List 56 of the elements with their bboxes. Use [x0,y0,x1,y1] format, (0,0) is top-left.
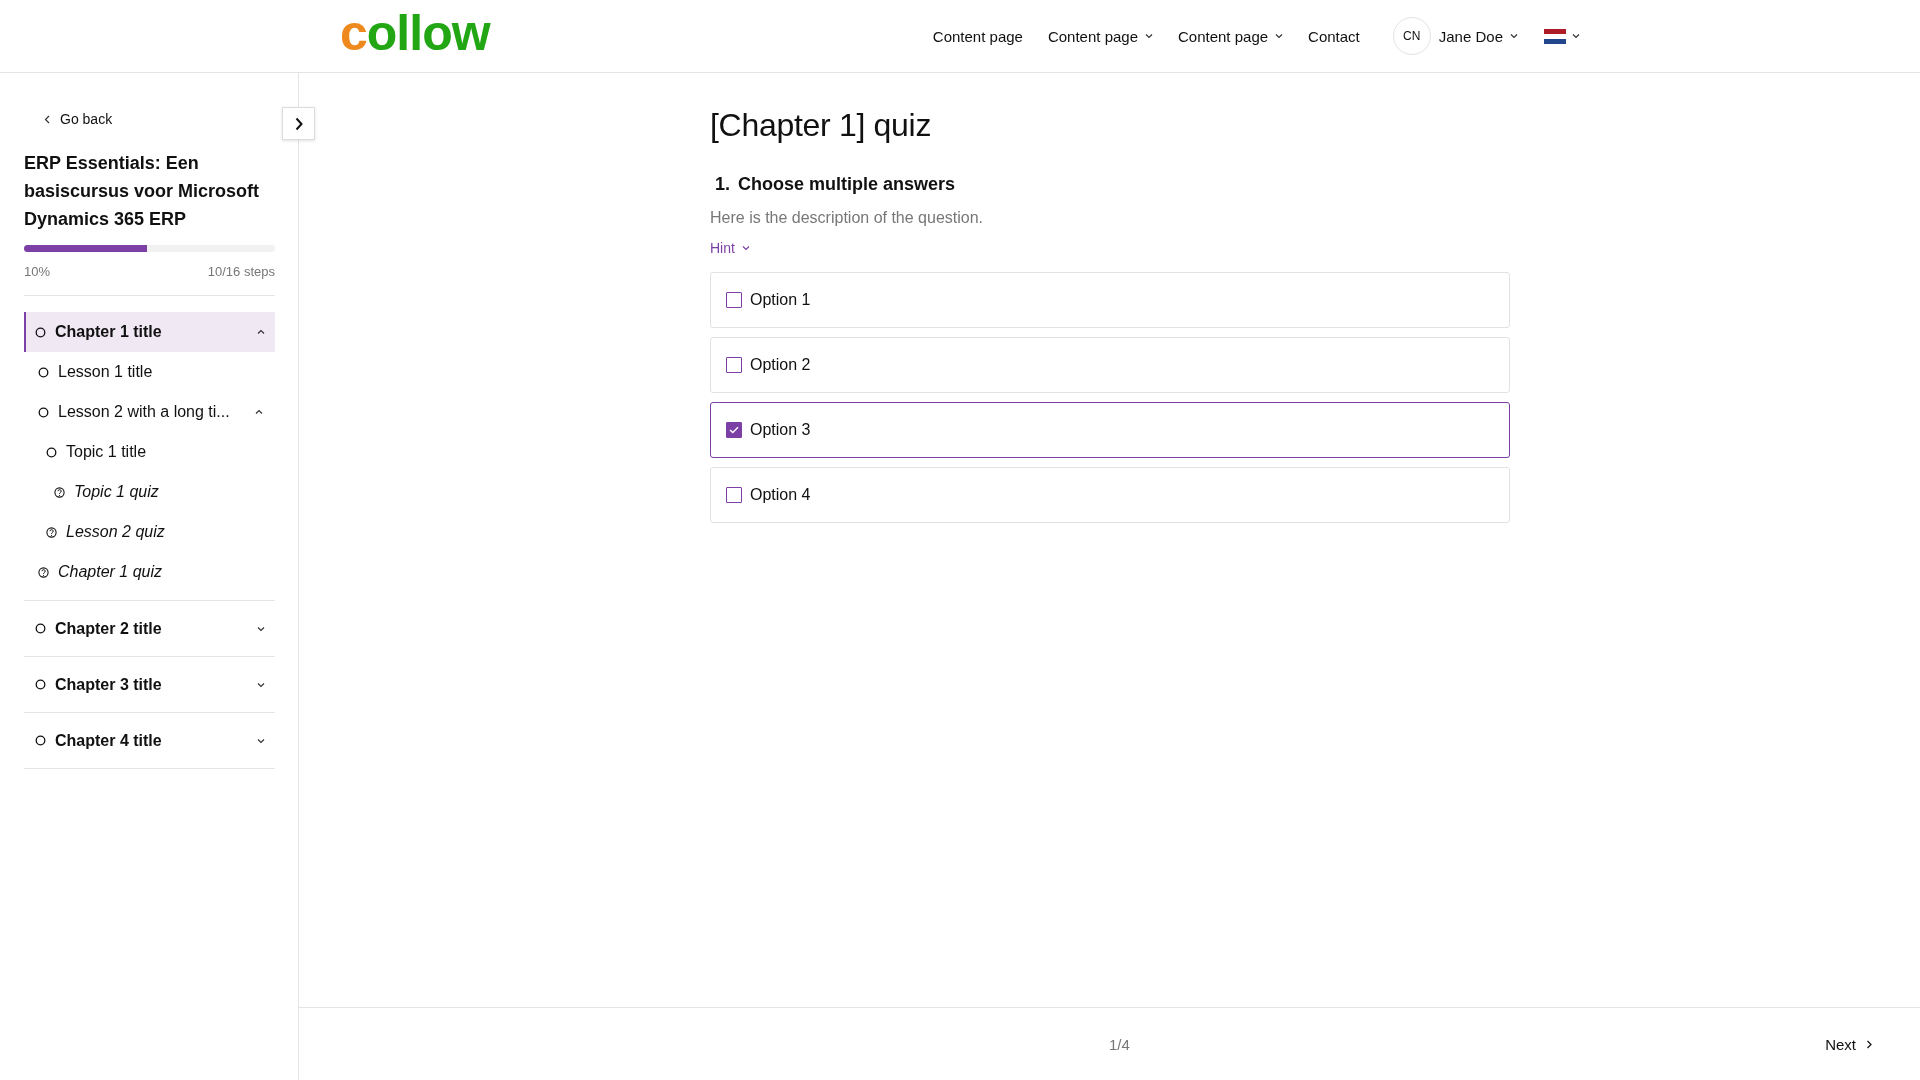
check-icon [729,426,739,434]
course-title: ERP Essentials: Een basiscursus voor Microsoft Dynamics 365 ERP [24,152,261,231]
chevron-right-icon [293,116,304,131]
checkbox[interactable] [726,487,742,503]
circle-icon [35,735,46,746]
checkbox[interactable] [726,292,742,308]
nav-link[interactable]: Content page [1178,27,1284,45]
page-indicator: 1/4 [1109,1035,1130,1053]
chapter-item[interactable]: Chapter 2 title [24,601,275,656]
chapter-item[interactable]: Chapter 3 title [24,657,275,712]
quiz-item[interactable]: Chapter 1 quiz [24,552,275,592]
language-button[interactable] [1544,28,1580,44]
chevron-down-icon [1275,33,1284,39]
chapter-item[interactable]: Chapter 1 title [24,312,275,352]
chevron-right-icon [1866,1039,1872,1049]
sidebar-toggle-button[interactable] [282,107,315,140]
question-description: Here is the description of the question. [710,209,985,227]
user-menu[interactable]: Jane Doe [1438,27,1518,45]
question-title: Choose multiple answers [738,174,956,195]
next-button[interactable]: Next [1825,1035,1872,1053]
chevron-left-icon [44,114,50,124]
nav-link[interactable]: Content page [1047,27,1153,45]
chevron-down-icon [1145,33,1153,39]
question-circle-icon [54,486,65,498]
lesson-item[interactable]: Lesson 1 title [24,352,275,392]
quiz-title: [Chapter 1] quiz [710,107,933,144]
nav-link[interactable]: Content page [932,27,1023,45]
circle-icon [38,366,49,378]
circle-icon [38,406,49,418]
chapter-item[interactable]: Chapter 4 title [24,713,275,768]
hint-toggle[interactable]: Hint [710,240,750,256]
circle-icon [35,679,46,690]
answer-option[interactable]: Option 2 [710,337,1510,393]
back-link[interactable]: Go back [24,107,113,131]
lesson-item[interactable]: Topic 1 title [24,432,275,472]
nav-link[interactable]: Contact [1308,27,1360,45]
answer-option[interactable]: Option 1 [710,272,1510,328]
question-circle-icon [38,566,49,578]
question-number: 1. [715,174,730,195]
answer-option[interactable]: Option 3 [710,402,1510,458]
chevron-down-icon [741,245,750,251]
circle-icon [35,623,46,634]
progress-percent: 10% [24,264,51,279]
flag-icon [1544,28,1566,44]
lesson-item[interactable]: Lesson 2 with a long ti... [24,392,275,432]
quiz-item[interactable]: Topic 1 quiz [24,472,275,512]
checkbox[interactable] [726,357,742,373]
checkbox[interactable] [726,422,742,438]
chevron-down-icon [1510,33,1518,39]
quiz-item[interactable]: Lesson 2 quiz [24,512,275,552]
progress-steps: 10/16 steps [207,264,275,279]
circle-icon [35,326,46,338]
circle-icon [46,446,57,458]
question-circle-icon [46,526,57,538]
chevron-down-icon [1572,33,1580,39]
answer-option[interactable]: Option 4 [710,467,1510,523]
